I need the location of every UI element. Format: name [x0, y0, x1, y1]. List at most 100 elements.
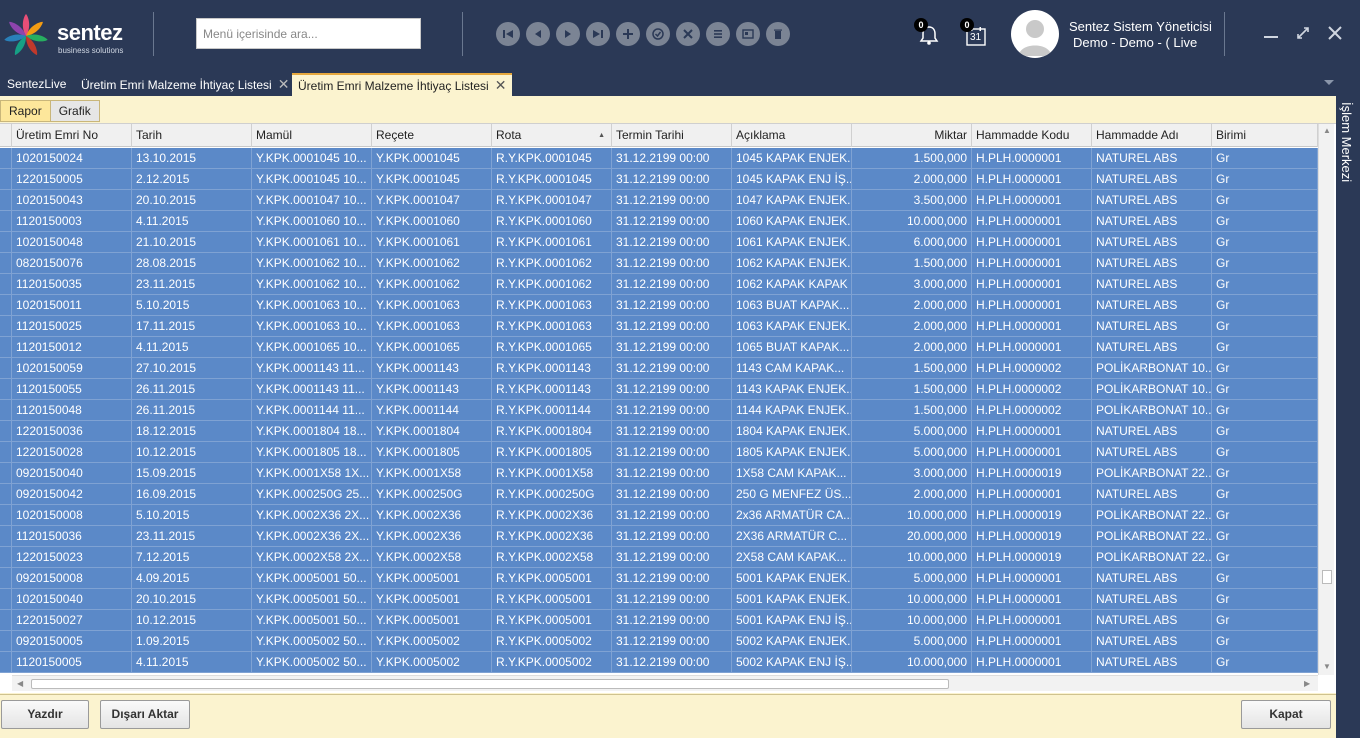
- row-indicator[interactable]: [0, 505, 12, 526]
- table-row[interactable]: 1120150036 23.11.2015 Y.KPK.0002X36 2X... Y…: [0, 526, 1318, 547]
- column-header[interactable]: Hammadde Kodu: [972, 124, 1092, 147]
- table-row[interactable]: 1020150008 5.10.2015 Y.KPK.0002X36 2X... Y.…: [0, 505, 1318, 526]
- print-button[interactable]: Yazdır: [1, 700, 89, 729]
- row-indicator[interactable]: [0, 421, 12, 442]
- column-header[interactable]: Termin Tarihi: [612, 124, 732, 147]
- table-row[interactable]: 1020150040 20.10.2015 Y.KPK.0005001 50... Y…: [0, 589, 1318, 610]
- card-view-icon[interactable]: [736, 22, 760, 46]
- table-row[interactable]: 0820150076 28.08.2015 Y.KPK.0001062 10... Y…: [0, 253, 1318, 274]
- table-row[interactable]: 1020150059 27.10.2015 Y.KPK.0001143 11... Y…: [0, 358, 1318, 379]
- column-header[interactable]: Rota ▲: [492, 124, 612, 147]
- table-row[interactable]: 0920150042 16.09.2015 Y.KPK.000250G 25... Y…: [0, 484, 1318, 505]
- column-header[interactable]: Tarih: [132, 124, 252, 147]
- row-indicator[interactable]: [0, 316, 12, 337]
- row-indicator[interactable]: [0, 547, 12, 568]
- column-header[interactable]: Birimi: [1212, 124, 1318, 147]
- row-indicator[interactable]: [0, 274, 12, 295]
- maximize-icon[interactable]: [1292, 22, 1314, 44]
- table-row[interactable]: 1220150023 7.12.2015 Y.KPK.0002X58 2X... Y.…: [0, 547, 1318, 568]
- row-indicator[interactable]: [0, 442, 12, 463]
- table-row[interactable]: 1220150027 10.12.2015 Y.KPK.0005001 50... Y…: [0, 610, 1318, 631]
- row-indicator[interactable]: [0, 463, 12, 484]
- tab-material-needs-list-active[interactable]: Üretim Emri Malzeme İhtiyaç Listesi ✕: [292, 73, 512, 96]
- row-indicator[interactable]: [0, 358, 12, 379]
- row-indicator[interactable]: [0, 232, 12, 253]
- scroll-left-icon[interactable]: ◀: [17, 679, 23, 688]
- close-icon[interactable]: [1324, 22, 1346, 44]
- table-row[interactable]: 1020150043 20.10.2015 Y.KPK.0001047 10... Y…: [0, 190, 1318, 211]
- tab-close-icon[interactable]: ✕: [495, 75, 507, 95]
- row-indicator[interactable]: [0, 610, 12, 631]
- horizontal-scrollbar[interactable]: ◀ ▶: [12, 675, 1318, 691]
- vertical-scroll-thumb[interactable]: [1322, 570, 1332, 584]
- row-indicator[interactable]: [0, 631, 12, 652]
- column-header[interactable]: Mamül: [252, 124, 372, 147]
- scroll-down-icon[interactable]: ▼: [1323, 662, 1331, 671]
- scroll-right-icon[interactable]: ▶: [1304, 679, 1310, 688]
- subtab-grafik[interactable]: Grafik: [49, 100, 100, 122]
- column-header[interactable]: Üretim Emri No: [12, 124, 132, 147]
- row-indicator[interactable]: [0, 148, 12, 169]
- table-row[interactable]: 1120150003 4.11.2015 Y.KPK.0001060 10... Y.…: [0, 211, 1318, 232]
- table-row[interactable]: 1020150048 21.10.2015 Y.KPK.0001061 10... Y…: [0, 232, 1318, 253]
- table-row[interactable]: 1120150005 4.11.2015 Y.KPK.0005002 50... Y.…: [0, 652, 1318, 673]
- row-indicator[interactable]: [0, 652, 12, 673]
- tab-material-needs-list[interactable]: Üretim Emri Malzeme İhtiyaç Listesi ✕: [75, 73, 295, 96]
- row-indicator[interactable]: [0, 484, 12, 505]
- approve-icon[interactable]: [646, 22, 670, 46]
- add-icon[interactable]: [616, 22, 640, 46]
- table-row[interactable]: 1120150055 26.11.2015 Y.KPK.0001143 11... Y…: [0, 379, 1318, 400]
- scroll-up-icon[interactable]: ▲: [1323, 126, 1331, 135]
- row-indicator[interactable]: [0, 589, 12, 610]
- tab-close-icon[interactable]: ✕: [278, 73, 290, 96]
- notifications-button[interactable]: 0: [914, 18, 944, 50]
- row-indicator[interactable]: [0, 295, 12, 316]
- column-header[interactable]: Hammadde Adı: [1092, 124, 1212, 147]
- sentez-logo[interactable]: sentez business solutions: [2, 8, 132, 60]
- tab-dropdown-chevron-icon[interactable]: [1324, 80, 1334, 85]
- table-row[interactable]: 1220150036 18.12.2015 Y.KPK.0001804 18... Y…: [0, 421, 1318, 442]
- row-indicator[interactable]: [0, 253, 12, 274]
- table-row[interactable]: 1120150012 4.11.2015 Y.KPK.0001065 10... Y.…: [0, 337, 1318, 358]
- row-indicator[interactable]: [0, 211, 12, 232]
- table-row[interactable]: 1120150035 23.11.2015 Y.KPK.0001062 10... Y…: [0, 274, 1318, 295]
- row-indicator[interactable]: [0, 337, 12, 358]
- table-row[interactable]: 1120150048 26.11.2015 Y.KPK.0001144 11... Y…: [0, 400, 1318, 421]
- table-row[interactable]: 1020150024 13.10.2015 Y.KPK.0001045 10... Y…: [0, 148, 1318, 169]
- table-row[interactable]: 0920150040 15.09.2015 Y.KPK.0001X58 1X... Y…: [0, 463, 1318, 484]
- row-indicator[interactable]: [0, 568, 12, 589]
- table-row[interactable]: 1220150005 2.12.2015 Y.KPK.0001045 10... Y.…: [0, 169, 1318, 190]
- table-row[interactable]: 0920150005 1.09.2015 Y.KPK.0005002 50... Y.…: [0, 631, 1318, 652]
- row-indicator[interactable]: [0, 526, 12, 547]
- table-row[interactable]: 0920150008 4.09.2015 Y.KPK.0005001 50... Y.…: [0, 568, 1318, 589]
- minimize-icon[interactable]: [1260, 22, 1282, 44]
- row-indicator[interactable]: [0, 400, 12, 421]
- column-header[interactable]: Açıklama: [732, 124, 852, 147]
- subtab-rapor[interactable]: Rapor: [0, 100, 51, 122]
- column-header[interactable]: Miktar: [852, 124, 972, 147]
- row-indicator[interactable]: [0, 169, 12, 190]
- export-button[interactable]: Dışarı Aktar: [100, 700, 190, 729]
- user-avatar[interactable]: [1011, 10, 1059, 58]
- process-center-label[interactable]: İşlem Merkezi: [1339, 102, 1354, 182]
- menu-search-input[interactable]: [196, 18, 421, 49]
- delete-icon[interactable]: [766, 22, 790, 46]
- table-row[interactable]: 1020150011 5.10.2015 Y.KPK.0001063 10... Y.…: [0, 295, 1318, 316]
- table-row[interactable]: 1220150028 10.12.2015 Y.KPK.0001805 18... Y…: [0, 442, 1318, 463]
- calendar-button[interactable]: 0 31: [960, 18, 990, 50]
- horizontal-scroll-thumb[interactable]: [31, 679, 949, 689]
- table-row[interactable]: 1120150025 17.11.2015 Y.KPK.0001063 10... Y…: [0, 316, 1318, 337]
- column-header[interactable]: Reçete: [372, 124, 492, 147]
- sort-ascending-icon[interactable]: ▲: [598, 124, 605, 147]
- row-indicator[interactable]: [0, 190, 12, 211]
- close-button[interactable]: Kapat: [1241, 700, 1331, 729]
- row-indicator[interactable]: [0, 379, 12, 400]
- tab-sentezlive[interactable]: SentezLive: [1, 73, 72, 96]
- first-record-icon[interactable]: [496, 22, 520, 46]
- last-record-icon[interactable]: [586, 22, 610, 46]
- vertical-scrollbar[interactable]: ▲ ▼: [1318, 124, 1334, 675]
- list-icon[interactable]: [706, 22, 730, 46]
- cancel-icon[interactable]: [676, 22, 700, 46]
- next-record-icon[interactable]: [556, 22, 580, 46]
- previous-record-icon[interactable]: [526, 22, 550, 46]
